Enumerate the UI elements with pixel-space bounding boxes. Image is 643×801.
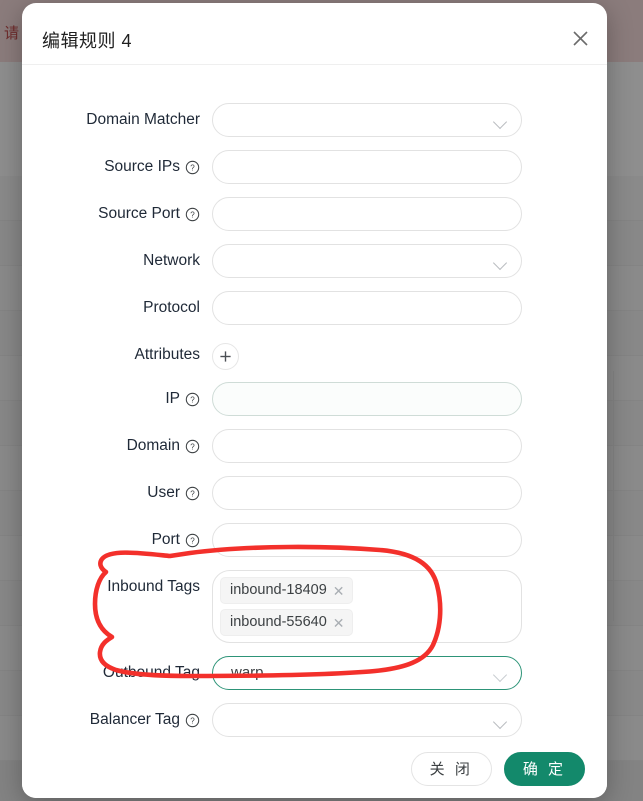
tag-label: inbound-18409 [230,581,327,600]
form-row-outbound-tag: Outbound Tag warp [22,656,607,690]
edit-rule-dialog: 编辑规则 4 Domain Matcher Source IPs [22,3,607,798]
svg-text:?: ? [190,163,195,172]
tag-label: inbound-55640 [230,613,327,632]
field-value: warp [213,657,521,689]
help-circle-icon[interactable]: ? [185,382,200,416]
outbound-tag-select[interactable]: warp [212,656,522,690]
field-label: Domain Matcher [22,103,212,137]
network-select[interactable] [212,244,522,278]
field-label: IP ? [22,382,212,416]
source-ips-input[interactable] [212,150,522,184]
form-row-network: Network [22,244,607,278]
help-circle-icon[interactable]: ? [185,476,200,510]
remove-tag-icon[interactable]: ✕ [333,616,345,630]
help-circle-icon[interactable]: ? [185,197,200,231]
field-label: Source Port ? [22,197,212,231]
label-text: Protocol [143,291,200,325]
domain-matcher-select[interactable] [212,103,522,137]
form-row-source-ips: Source IPs ? [22,150,607,184]
label-text: Outbound Tag [103,656,200,690]
dialog-body: Domain Matcher Source IPs ? [22,65,607,739]
label-text: Inbound Tags [107,570,200,604]
confirm-button[interactable]: 确 定 [504,752,585,786]
svg-text:?: ? [190,210,195,219]
dialog-footer: 关 闭 确 定 [22,739,607,798]
label-text: Domain Matcher [86,103,200,137]
form-row-port: Port ? [22,523,607,557]
page-title: 编辑规则 4 [42,27,132,53]
inbound-tags-input[interactable]: inbound-18409 ✕ inbound-55640 ✕ [212,570,522,643]
remove-tag-icon[interactable]: ✕ [333,584,345,598]
port-input[interactable] [212,523,522,557]
label-text: Source Port [98,197,180,231]
form-row-balancer-tag: Balancer Tag ? [22,703,607,737]
dialog-header: 编辑规则 4 [22,3,607,65]
ip-input[interactable] [212,382,522,416]
field-label: Attributes [22,338,212,372]
balancer-tag-select[interactable] [212,703,522,737]
svg-text:?: ? [190,489,195,498]
close-icon[interactable] [567,25,593,51]
source-port-input[interactable] [212,197,522,231]
svg-text:?: ? [190,716,195,725]
label-text: Attributes [135,338,200,372]
form-row-attributes: Attributes [22,338,607,372]
field-label: User ? [22,476,212,510]
help-circle-icon[interactable]: ? [185,150,200,184]
field-label: Port ? [22,523,212,557]
svg-text:?: ? [190,442,195,451]
form-row-inbound-tags: Inbound Tags inbound-18409 ✕ inbound-556… [22,570,607,643]
label-text: IP [165,382,180,416]
form-row-domain: Domain ? [22,429,607,463]
form-row-source-port: Source Port ? [22,197,607,231]
label-text: Network [143,244,200,278]
field-label: Inbound Tags [22,570,212,604]
protocol-input[interactable] [212,291,522,325]
user-input[interactable] [212,476,522,510]
field-label: Balancer Tag ? [22,703,212,737]
backdrop-partial-text: 请 [4,22,20,43]
domain-input[interactable] [212,429,522,463]
svg-text:?: ? [190,536,195,545]
plus-icon [219,350,232,363]
label-text: Balancer Tag [90,703,180,737]
tag-chip[interactable]: inbound-55640 ✕ [220,609,353,636]
field-label: Outbound Tag [22,656,212,690]
label-text: Port [152,523,180,557]
label-text: Source IPs [104,150,180,184]
label-text: Domain [127,429,180,463]
form-row-user: User ? [22,476,607,510]
form-row-protocol: Protocol [22,291,607,325]
add-attribute-button[interactable] [212,343,239,370]
field-label: Domain ? [22,429,212,463]
form-row-domain-matcher: Domain Matcher [22,103,607,137]
help-circle-icon[interactable]: ? [185,523,200,557]
tag-chip[interactable]: inbound-18409 ✕ [220,577,353,604]
field-label: Network [22,244,212,278]
help-circle-icon[interactable]: ? [185,703,200,737]
field-label: Protocol [22,291,212,325]
svg-text:?: ? [190,395,195,404]
form-row-ip: IP ? [22,382,607,416]
label-text: User [147,476,180,510]
close-button[interactable]: 关 闭 [411,752,492,786]
field-label: Source IPs ? [22,150,212,184]
help-circle-icon[interactable]: ? [185,429,200,463]
